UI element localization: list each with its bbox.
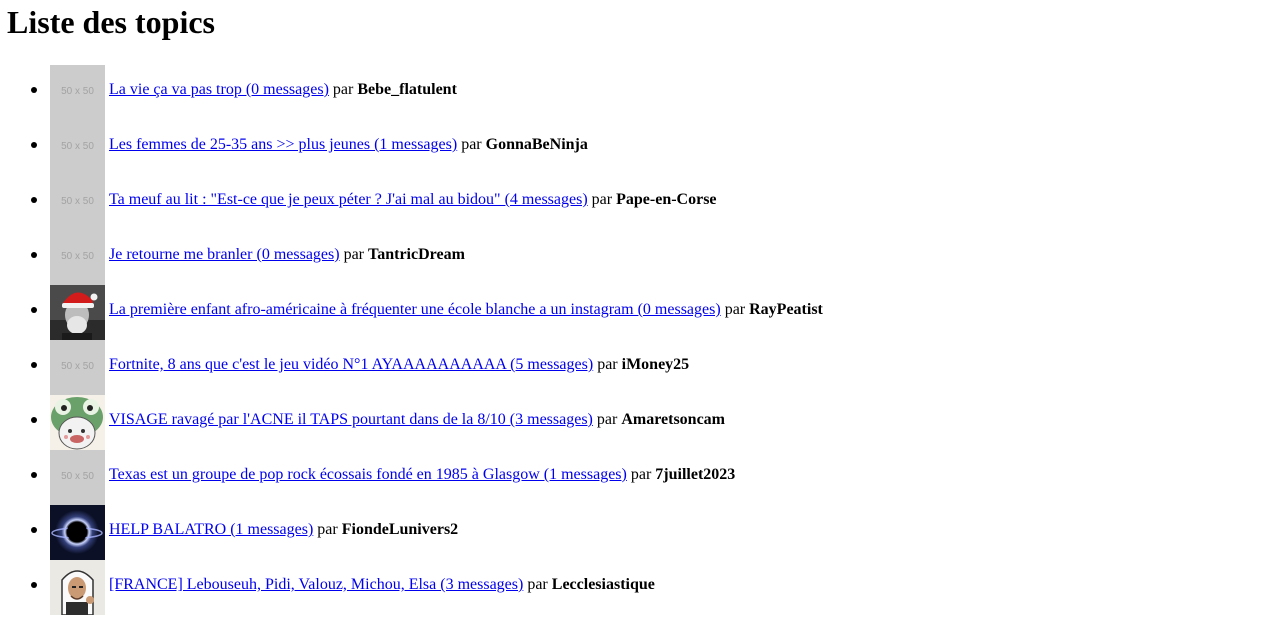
- avatar: 50 x 50: [50, 120, 105, 175]
- avatar: 50 x 50: [50, 65, 105, 120]
- by-label: par: [461, 136, 482, 153]
- avatar: [50, 505, 105, 560]
- avatar: 50 x 50: [50, 450, 105, 505]
- avatar: [50, 560, 105, 615]
- topic-link[interactable]: Ta meuf au lit : "Est-ce que je peux pét…: [109, 191, 588, 208]
- by-label: par: [591, 191, 613, 208]
- bullet-icon: [31, 197, 37, 203]
- avatar: [50, 285, 105, 340]
- topic-link[interactable]: HELP BALATRO (1 messages): [109, 521, 313, 538]
- by-label: par: [724, 301, 746, 318]
- frog-cartoon-icon: [50, 395, 105, 450]
- author-name: iMoney25: [621, 356, 690, 373]
- author-name: FiondeLunivers2: [341, 521, 459, 538]
- by-label: par: [317, 521, 338, 538]
- topic-link[interactable]: Fortnite, 8 ans que c'est le jeu vidéo N…: [109, 356, 593, 373]
- bullet-icon: [31, 252, 37, 258]
- topic-link[interactable]: Les femmes de 25-35 ans >> plus jeunes (…: [109, 136, 457, 153]
- by-label: par: [597, 356, 618, 373]
- bullet-icon: [31, 417, 37, 423]
- black-hole-icon: [50, 505, 105, 560]
- topic-link[interactable]: La vie ça va pas trop (0 messages): [109, 81, 329, 98]
- by-label: par: [630, 466, 652, 483]
- topic-link[interactable]: Texas est un groupe de pop rock écossais…: [109, 466, 627, 483]
- pope-portrait-icon: [50, 560, 105, 615]
- by-label: par: [596, 411, 618, 428]
- bullet-icon: [31, 362, 37, 368]
- bullet-icon: [31, 582, 37, 588]
- bullet-icon: [31, 87, 37, 93]
- topic-link[interactable]: Je retourne me branler (0 messages): [109, 246, 340, 263]
- author-name: Lecclesiastique: [551, 576, 655, 593]
- avatar: [50, 395, 105, 450]
- by-label: par: [343, 246, 365, 263]
- topic-link[interactable]: La première enfant afro-américaine à fré…: [109, 301, 721, 318]
- topic-link[interactable]: VISAGE ravagé par l'ACNE il TAPS pourtan…: [109, 411, 593, 428]
- author-name: GonnaBeNinja: [485, 136, 588, 153]
- bullet-icon: [31, 472, 37, 478]
- santa-hat-portrait-icon: [50, 285, 105, 340]
- author-name: Amaretsoncam: [621, 411, 726, 428]
- avatar: 50 x 50: [50, 340, 105, 395]
- page-title: Liste des topics: [7, 4, 215, 40]
- bullet-icon: [31, 142, 37, 148]
- bullet-icon: [31, 307, 37, 313]
- by-label: par: [527, 576, 548, 593]
- author-name: Pape-en-Corse: [616, 191, 717, 208]
- author-name: TantricDream: [368, 246, 465, 263]
- avatar: 50 x 50: [50, 230, 105, 285]
- by-label: par: [332, 81, 354, 98]
- avatar: 50 x 50: [50, 175, 105, 230]
- topic-link[interactable]: [FRANCE] Lebouseuh, Pidi, Valouz, Michou…: [109, 576, 523, 593]
- author-name: RayPeatist: [749, 301, 823, 318]
- author-name: 7juillet2023: [655, 466, 736, 483]
- bullet-icon: [31, 527, 37, 533]
- author-name: Bebe_flatulent: [357, 81, 457, 98]
